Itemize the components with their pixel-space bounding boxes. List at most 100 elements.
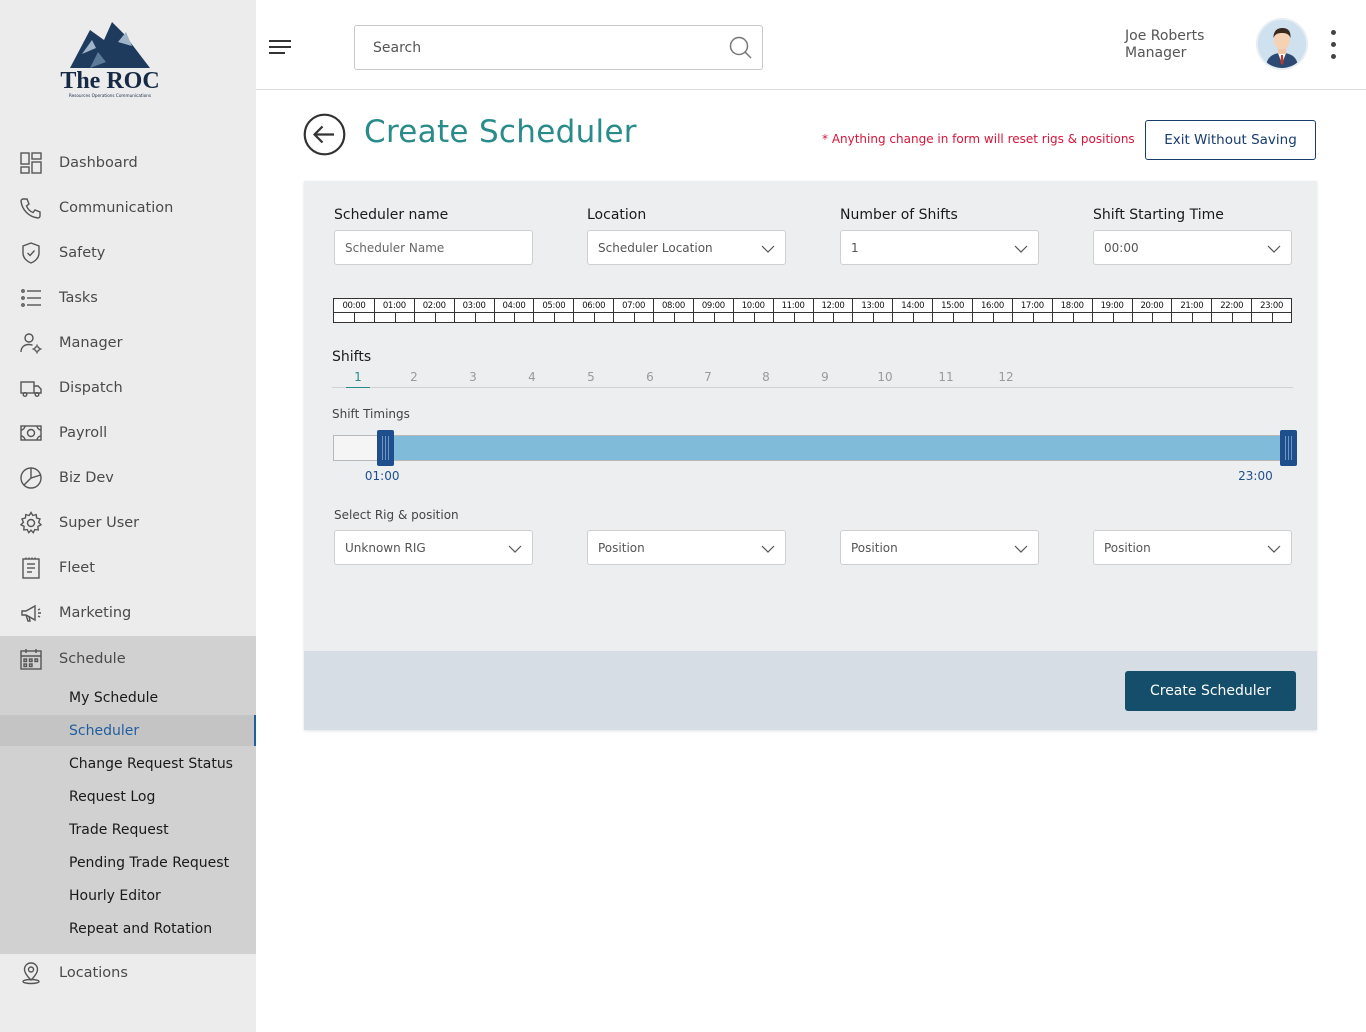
clipboard-icon — [22, 557, 40, 579]
slider-end-handle[interactable] — [1280, 430, 1298, 466]
sidebar-subitem-label: Hourly Editor — [69, 887, 161, 904]
user-name: Joe Roberts — [1125, 28, 1205, 44]
timeline-hour-label: 00:00 — [342, 301, 366, 311]
shift-timing-slider[interactable] — [333, 430, 1298, 466]
slider-range-fill — [378, 436, 1290, 460]
sidebar-item-dispatch[interactable]: Dispatch — [0, 365, 256, 410]
sidebar-subitem-my-schedule[interactable]: My Schedule — [0, 682, 256, 713]
sidebar-item-schedule[interactable]: Schedule — [0, 636, 256, 681]
sidebar-item-dashboard[interactable]: Dashboard — [0, 140, 256, 185]
shift-tab-11[interactable]: 11 — [934, 370, 958, 384]
sidebar-subitem-label: Change Request Status — [69, 755, 233, 772]
timeline-hour-cell: 06:00 — [573, 299, 613, 322]
position-select-3[interactable]: Position — [1093, 530, 1292, 565]
timeline-hour-label: 09:00 — [701, 301, 725, 311]
sidebar-item-safety[interactable]: Safety — [0, 230, 256, 275]
sidebar-item-communication[interactable]: Communication — [0, 185, 256, 230]
scheduler-name-label: Scheduler name — [334, 207, 449, 223]
sidebar-subitem-change-request-status[interactable]: Change Request Status — [0, 748, 256, 779]
sidebar-item-marketing[interactable]: Marketing — [0, 590, 256, 635]
more-options-icon[interactable] — [1328, 30, 1338, 60]
position-select-1[interactable]: Position — [587, 530, 786, 565]
sidebar-subitem-scheduler[interactable]: Scheduler — [0, 715, 256, 746]
timeline-hour-cell: 03:00 — [453, 299, 494, 322]
back-arrow-icon[interactable] — [303, 113, 346, 156]
timeline-hour-label: 22:00 — [1220, 301, 1244, 311]
position-value: Position — [1104, 540, 1151, 555]
menu-toggle-icon[interactable] — [269, 40, 291, 54]
timeline-hour-label: 06:00 — [582, 301, 606, 311]
the-roc-logo[interactable]: The ROC Resources Operations Communicati… — [60, 18, 160, 100]
exit-without-saving-button[interactable]: Exit Without Saving — [1145, 120, 1316, 160]
sidebar-item-biz-dev[interactable]: Biz Dev — [0, 455, 256, 500]
scheduler-name-field — [334, 230, 533, 265]
shift-tab-3[interactable]: 3 — [461, 370, 485, 384]
sidebar-subitem-repeat-and-rotation[interactable]: Repeat and Rotation — [0, 913, 256, 944]
scheduler-name-input[interactable] — [345, 240, 525, 255]
search-input[interactable] — [355, 26, 715, 69]
timeline-hour-cell: 11:00 — [772, 299, 813, 322]
timeline-hour-label: 18:00 — [1060, 301, 1084, 311]
sidebar-item-tasks[interactable]: Tasks — [0, 275, 256, 320]
timeline-hour-label: 02:00 — [422, 301, 446, 311]
rig-select[interactable]: Unknown RIG — [334, 530, 533, 565]
chevron-down-icon — [761, 545, 775, 553]
timeline-hour-cell: 07:00 — [613, 299, 653, 322]
shift-tab-7[interactable]: 7 — [696, 370, 720, 384]
page-title: Create Scheduler — [364, 114, 637, 150]
create-scheduler-button[interactable]: Create Scheduler — [1125, 671, 1296, 711]
timeline-hour-label: 12:00 — [821, 301, 845, 311]
timeline-hour-label: 19:00 — [1100, 301, 1124, 311]
timeline-hour-cell: 08:00 — [653, 299, 693, 322]
timeline-hour-cell: 21:00 — [1171, 299, 1211, 322]
slider-start-handle[interactable] — [376, 430, 394, 466]
search-box — [354, 25, 763, 70]
sidebar-subitem-request-log[interactable]: Request Log — [0, 781, 256, 812]
sidebar-item-fleet[interactable]: Fleet — [0, 545, 256, 590]
timeline-hour-cell: 05:00 — [533, 299, 573, 322]
timeline-hour-cell: 02:00 — [413, 299, 454, 322]
sidebar-item-locations[interactable]: Locations — [0, 950, 256, 995]
timeline-hour-cell: 16:00 — [972, 299, 1012, 322]
sidebar-subitem-pending-trade-request[interactable]: Pending Trade Request — [0, 847, 256, 878]
top-header: Joe Roberts Manager — [256, 0, 1366, 90]
shift-tab-5[interactable]: 5 — [579, 370, 603, 384]
hour-timeline: 00:00 01:00 02:00 03:00 04:00 05:00 06:00 07:00… — [333, 298, 1292, 323]
location-select[interactable]: Scheduler Location — [587, 230, 786, 265]
chevron-down-icon — [1267, 245, 1281, 253]
shield-icon — [22, 242, 40, 264]
shift-starting-time-select[interactable]: 00:00 — [1093, 230, 1292, 265]
chevron-down-icon — [1267, 545, 1281, 553]
shift-tab-1[interactable]: 1 — [346, 370, 370, 388]
shift-tab-8[interactable]: 8 — [754, 370, 778, 384]
shift-tab-6[interactable]: 6 — [638, 370, 662, 384]
timeline-hour-cell: 09:00 — [692, 299, 733, 322]
shift-timings-label: Shift Timings — [332, 407, 410, 421]
shift-tab-9[interactable]: 9 — [813, 370, 837, 384]
sidebar-subitem-label: Trade Request — [69, 821, 169, 838]
sidebar-subitem-trade-request[interactable]: Trade Request — [0, 814, 256, 845]
location-label: Location — [587, 207, 647, 223]
timeline-hour-cell: 04:00 — [493, 299, 534, 322]
sidebar-item-super-user[interactable]: Super User — [0, 500, 256, 545]
avatar[interactable] — [1256, 18, 1308, 70]
shift-tab-4[interactable]: 4 — [520, 370, 544, 384]
shift-tab-2[interactable]: 2 — [402, 370, 426, 384]
timeline-hour-label: 05:00 — [542, 301, 566, 311]
sidebar: The ROC Resources Operations Communicati… — [0, 0, 256, 1032]
sidebar-item-payroll[interactable]: Payroll — [0, 410, 256, 455]
position-select-2[interactable]: Position — [840, 530, 1039, 565]
search-icon[interactable] — [728, 35, 754, 61]
sidebar-item-manager[interactable]: Manager — [0, 320, 256, 365]
timeline-hour-cell: 15:00 — [932, 299, 972, 322]
chevron-down-icon — [761, 245, 775, 253]
number-of-shifts-label: Number of Shifts — [840, 207, 958, 223]
number-of-shifts-select[interactable]: 1 — [840, 230, 1039, 265]
shift-tab-10[interactable]: 10 — [873, 370, 897, 384]
sidebar-item-label: Schedule — [59, 650, 126, 667]
slider-start-value: 01:00 — [364, 469, 400, 483]
shifts-label: Shifts — [332, 349, 372, 365]
sidebar-subitem-hourly-editor[interactable]: Hourly Editor — [0, 880, 256, 911]
sidebar-item-label: Payroll — [59, 424, 108, 441]
shift-tab-12[interactable]: 12 — [994, 370, 1018, 384]
